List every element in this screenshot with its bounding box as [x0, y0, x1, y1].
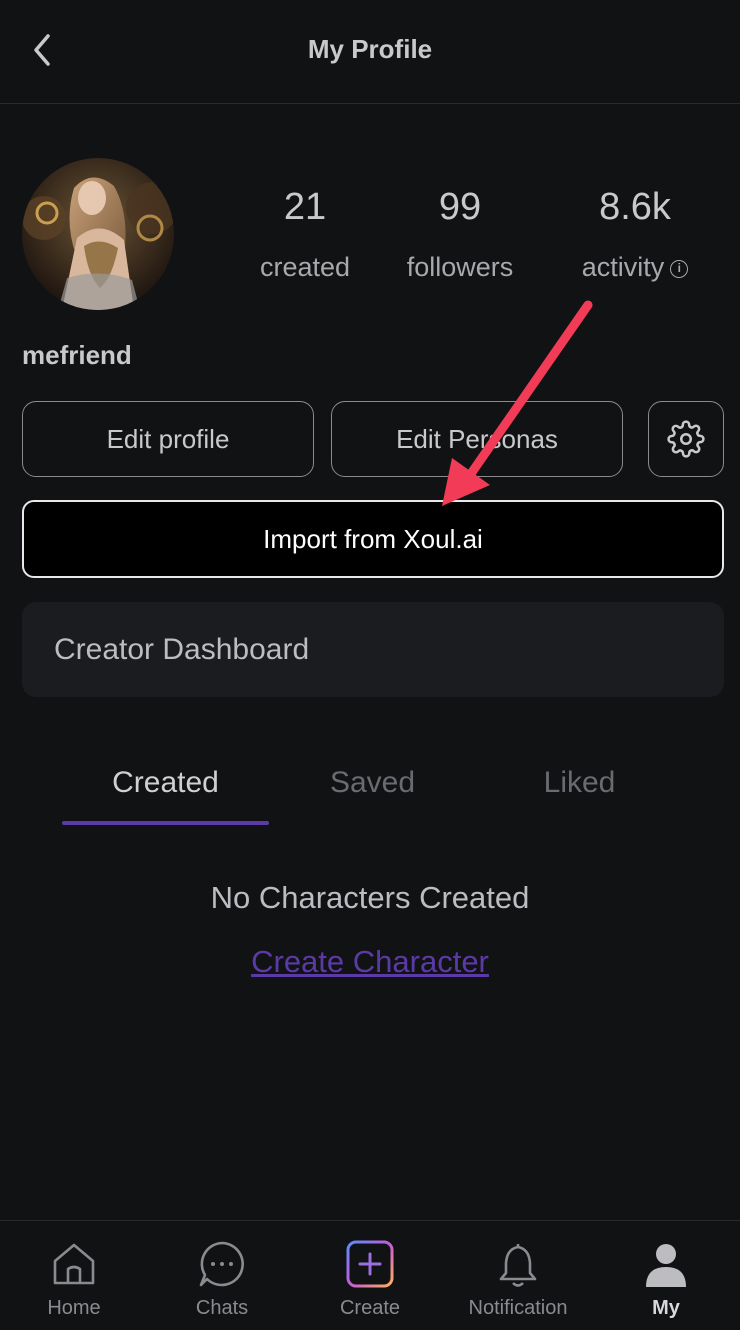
nav-item-my[interactable]: My	[592, 1221, 740, 1330]
page-title: My Profile	[307, 34, 433, 64]
bottom-nav: Home Chats Create Notification My	[0, 1220, 740, 1330]
creator-dashboard-button[interactable]: Creator Dashboard	[22, 602, 724, 697]
profile-stats: 21 created 99 followers 8.6k activity i	[230, 186, 710, 286]
stat-value: 99	[438, 186, 482, 228]
header: My Profile	[0, 0, 740, 104]
nav-label: Notification	[468, 1297, 568, 1319]
empty-state-message: No Characters Created	[210, 880, 530, 915]
nav-item-notification[interactable]: Notification	[444, 1221, 592, 1330]
username: mefriend	[22, 340, 132, 370]
nav-item-home[interactable]: Home	[0, 1221, 148, 1330]
tab-liked[interactable]: Liked	[476, 766, 683, 800]
nav-label: My	[652, 1297, 680, 1319]
stat-followers[interactable]: 99 followers	[390, 186, 530, 283]
home-icon	[53, 1243, 95, 1285]
import-button[interactable]: Import from Xoul.ai	[22, 500, 724, 578]
info-icon[interactable]: i	[670, 259, 689, 278]
stat-label: created	[259, 252, 351, 282]
stat-label-wrap: activity i	[560, 252, 710, 283]
edit-personas-button[interactable]: Edit Personas	[331, 401, 623, 477]
plus-square-icon	[346, 1240, 394, 1288]
stat-value: 21	[283, 186, 327, 228]
stat-value: 8.6k	[599, 186, 671, 228]
gear-icon	[667, 420, 705, 458]
stat-created[interactable]: 21 created	[230, 186, 380, 283]
stat-label: activity	[581, 252, 665, 282]
create-character-link[interactable]: Create Character	[0, 944, 740, 980]
settings-button[interactable]	[648, 401, 724, 477]
avatar[interactable]	[22, 158, 174, 310]
bell-icon	[499, 1244, 537, 1287]
stat-label: followers	[406, 252, 514, 282]
chat-bubble-icon	[199, 1241, 244, 1287]
edit-profile-button[interactable]: Edit profile	[22, 401, 314, 477]
tab-saved[interactable]: Saved	[269, 766, 476, 800]
person-icon	[646, 1244, 686, 1287]
tab-indicator	[62, 821, 269, 825]
nav-label: Chats	[195, 1297, 249, 1319]
nav-item-create[interactable]: Create	[296, 1221, 444, 1330]
nav-label: Home	[47, 1297, 101, 1319]
nav-item-chats[interactable]: Chats	[148, 1221, 296, 1330]
stat-activity[interactable]: 8.6k activity i	[560, 186, 710, 283]
nav-label: Create	[339, 1297, 401, 1319]
tab-created[interactable]: Created	[62, 766, 269, 800]
